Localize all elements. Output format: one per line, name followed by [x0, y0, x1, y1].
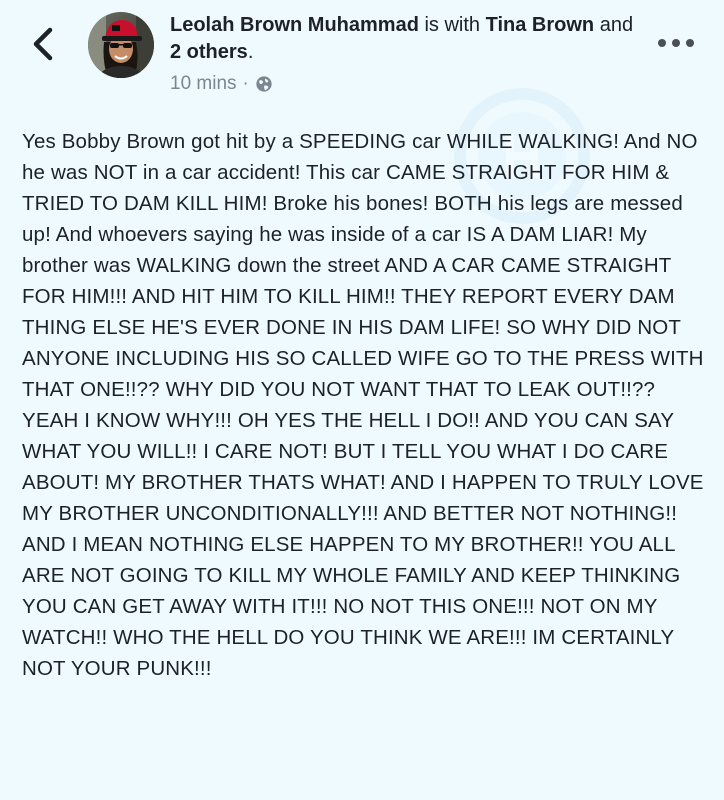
- more-dot-icon: [672, 39, 680, 47]
- header-period: .: [247, 41, 254, 63]
- globe-icon[interactable]: [255, 75, 273, 93]
- tagged-others[interactable]: 2 others: [170, 41, 248, 63]
- back-button[interactable]: [30, 24, 56, 64]
- post-body-text: Yes Bobby Brown got hit by a SPEEDING ca…: [22, 130, 704, 680]
- post-time[interactable]: 10 mins: [170, 73, 237, 95]
- chevron-left-icon: [33, 27, 53, 61]
- more-options-button[interactable]: [658, 36, 694, 50]
- profile-photo: [88, 12, 154, 78]
- avatar[interactable]: [88, 12, 154, 78]
- is-with-text: is with: [424, 14, 481, 36]
- tagged-person[interactable]: Tina Brown: [486, 14, 595, 36]
- meta-separator: ·: [242, 73, 249, 94]
- post-header: Leolah Brown Muhammad is with Tina Brown…: [170, 12, 640, 66]
- more-dot-icon: [658, 39, 666, 47]
- and-text: and: [599, 14, 634, 36]
- post-screen: Leolah Brown Muhammad is with Tina Brown…: [0, 0, 724, 800]
- author-name[interactable]: Leolah Brown Muhammad: [170, 14, 419, 36]
- more-dot-icon: [686, 39, 694, 47]
- post-meta: 10 mins ·: [170, 72, 273, 96]
